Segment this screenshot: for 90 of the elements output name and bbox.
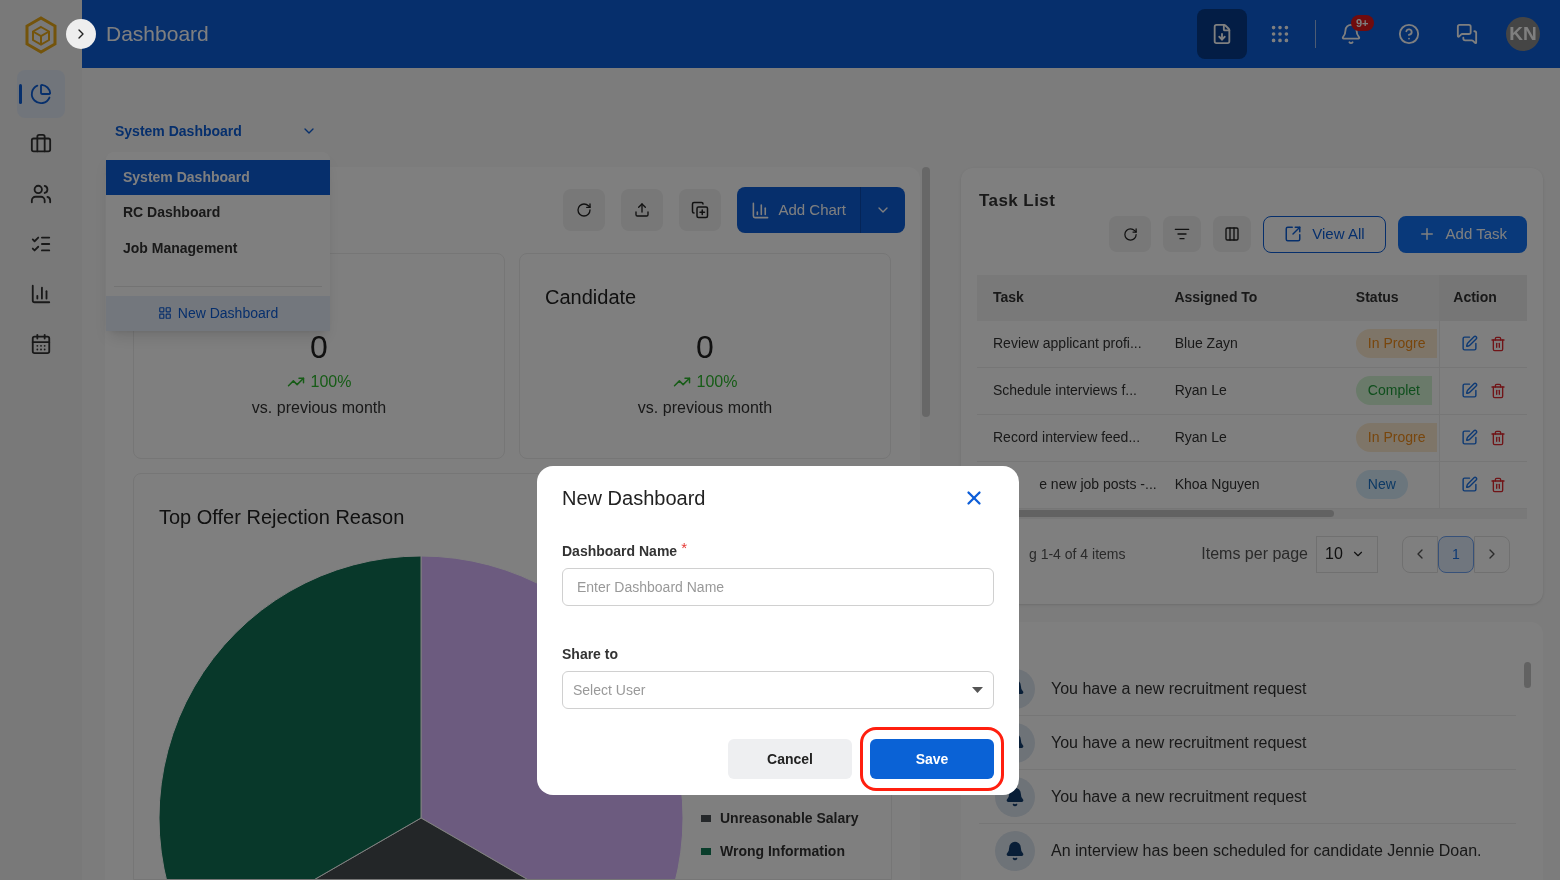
bell-icon [1005,841,1025,861]
per-page-select[interactable]: 10 [1316,535,1378,573]
table-cell-text: Review applicant profi... [993,334,1142,353]
refresh-button[interactable] [1109,216,1152,252]
table-cell-text: Ryan Le [1174,381,1228,400]
filter-button[interactable] [1163,216,1202,252]
add-task-button[interactable]: Add Task [1397,215,1527,253]
sidebar-nav-item[interactable] [17,70,65,118]
copy-plus-icon [691,201,710,219]
duplicate-button[interactable] [679,189,722,231]
menu-item[interactable]: System Dashboard [106,160,330,196]
logo-icon [24,16,58,54]
scrollbar[interactable] [1524,662,1531,688]
grid-plus-icon [157,306,172,321]
page-button[interactable]: 1 [1438,535,1474,573]
chart-plus-icon [751,200,771,220]
table-cell-text: Blue Zayn [1174,334,1239,353]
items-per-page-label: Items per page [1201,544,1308,564]
menu-item[interactable]: Job Management [106,230,330,266]
users-icon [30,183,52,205]
stat-caption: vs. previous month [637,398,773,418]
legend-label: Unreasonable Salary [720,809,859,828]
help-icon [1398,23,1420,45]
edit-icon[interactable] [1461,335,1479,352]
field-label: Share to [562,645,619,664]
refresh-icon [576,202,593,218]
edit-icon[interactable] [1461,476,1479,493]
external-link-icon [1284,225,1303,243]
notification-text[interactable]: An interview has been scheduled for candidate Jennie Doan. [1051,839,1482,863]
dashboard-select[interactable]: System Dashboard [115,118,317,144]
stat-change: 100% [696,372,738,392]
status-tag: New [1355,470,1408,499]
table-cell-text: Ryan Le [1174,428,1228,447]
columns-icon [1224,226,1241,242]
edit-icon[interactable] [1461,382,1479,399]
refresh-button[interactable] [563,189,606,231]
column-header: Task [992,288,1025,307]
column-header: Assigned To [1174,288,1259,307]
calendar-icon [30,333,52,355]
briefcase-icon [30,133,52,155]
save-button[interactable]: Save [870,739,994,779]
dashboard-name-field[interactable]: Enter Dashboard Name [562,568,994,606]
pagination-summary: g 1-4 of 4 items [1029,544,1126,564]
filter-icon [1174,226,1191,242]
column-header: Status [1355,288,1400,307]
table-cell-text: Schedule interviews f... [993,381,1137,400]
delete-icon[interactable] [1490,335,1507,352]
delete-icon[interactable] [1490,382,1507,399]
share-user-select[interactable]: Select User [562,671,994,709]
download-button[interactable] [1197,9,1247,59]
status-tag: In Progre [1355,423,1438,452]
table-cell-text: Khoa Nguyen [1174,475,1261,494]
upload-button[interactable] [621,189,664,231]
notification-text[interactable]: You have a new recruitment request [1051,730,1307,755]
stat-change: 100% [310,372,352,392]
new-dashboard-button[interactable]: New Dashboard [106,295,330,331]
card-title: Task List [979,190,1057,212]
cancel-button[interactable]: Cancel [728,739,852,779]
delete-icon[interactable] [1490,476,1507,493]
page-title: Dashboard [106,21,209,48]
status-tag: In Progre [1355,329,1438,358]
columns-button[interactable] [1213,216,1252,252]
stat-value: 0 [310,328,328,366]
legend-label: Wrong Information [720,842,845,861]
table-cell-text: e new job posts -... [1039,475,1157,494]
table-cell-text: Record interview feed... [993,428,1141,447]
chart-icon [30,283,52,305]
pie-chart-icon [30,83,52,105]
dialog-title: New Dashboard [562,486,706,511]
notifications-button[interactable]: 9+ [1328,11,1374,57]
stat-caption: vs. previous month [251,398,387,418]
upload-icon [634,202,651,218]
required-mark: * [681,541,687,555]
status-tag: Complet [1355,376,1432,405]
dropdown-caret-icon [972,687,983,693]
menu-item[interactable]: RC Dashboard [106,195,330,231]
apps-grid-icon [1269,23,1291,45]
file-download-icon [1211,23,1233,45]
notification-text[interactable]: You have a new recruitment request [1051,784,1307,809]
chart-title: Top Offer Rejection Reason [159,505,405,530]
notification-count: 9+ [1351,15,1374,31]
view-all-button[interactable]: View All [1263,215,1386,253]
edit-icon[interactable] [1461,429,1479,446]
stat-value: 0 [696,328,714,366]
delete-icon[interactable] [1490,429,1507,446]
notification-text[interactable]: You have a new recruitment request [1051,676,1307,701]
field-label: Dashboard Name [562,542,678,561]
chat-icon [1456,23,1478,45]
refresh-icon [1122,226,1138,242]
stat-title: Candidate [545,286,637,308]
